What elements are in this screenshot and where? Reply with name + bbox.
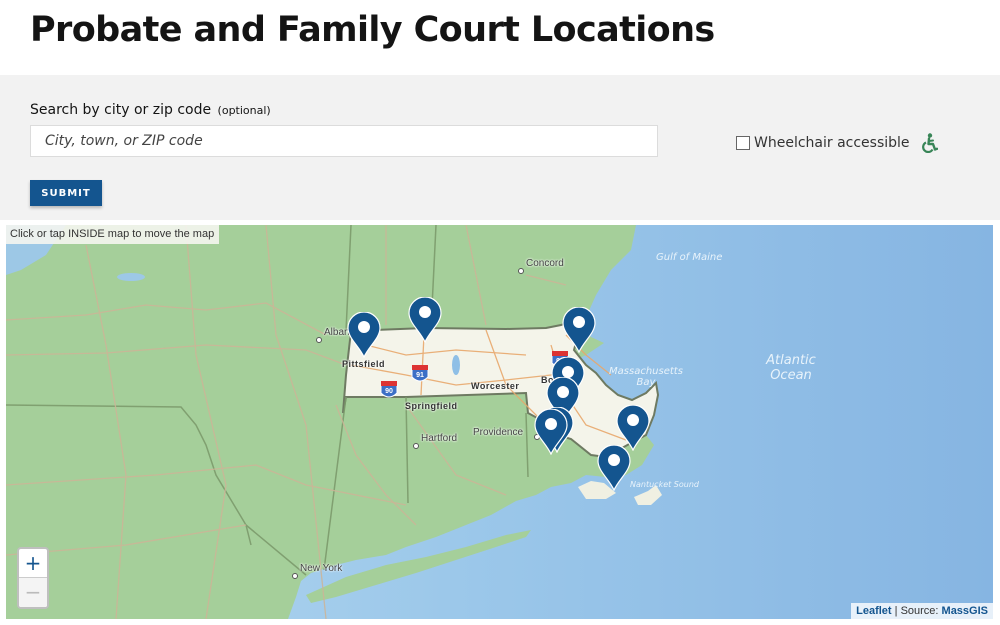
city-label-pittsfield: Pittsfield: [342, 359, 386, 369]
wheelchair-accessible-filter[interactable]: Wheelchair accessible: [736, 133, 938, 153]
city-label-springfield: Springfield: [405, 401, 458, 411]
map-attribution: Leaflet | Source: MassGIS: [851, 603, 993, 619]
map-interaction-hint: Click or tap INSIDE map to move the map: [6, 225, 220, 244]
search-panel: Search by city or zip code (optional) SU…: [0, 75, 1000, 220]
search-label: Search by city or zip code (optional): [30, 102, 271, 118]
city-dot-new-york: [292, 573, 298, 579]
zoom-in-button[interactable]: +: [19, 549, 47, 578]
court-location-marker[interactable]: [562, 306, 596, 354]
city-dot-concord: [518, 268, 524, 274]
massgis-link[interactable]: MassGIS: [942, 605, 988, 617]
page-title: Probate and Family Court Locations: [30, 10, 715, 50]
optional-label: (optional): [217, 104, 271, 117]
city-label-worcester: Worcester: [471, 381, 520, 391]
water-label-atlantic-line2: Ocean: [770, 368, 812, 383]
city-label-concord: Concord: [526, 258, 564, 269]
svg-text:91: 91: [416, 372, 424, 379]
zoom-out-button[interactable]: −: [19, 578, 47, 607]
leaflet-link[interactable]: Leaflet: [856, 605, 891, 617]
city-label-providence: Providence: [473, 427, 524, 438]
svg-text:90: 90: [385, 388, 393, 395]
wheelchair-accessible-label: Wheelchair accessible: [754, 135, 910, 151]
map-pin-icon: [408, 296, 442, 344]
city-dot-hartford: [413, 443, 419, 449]
submit-button[interactable]: SUBMIT: [30, 180, 102, 206]
attribution-separator: | Source:: [891, 605, 942, 617]
map-pin-icon: [347, 311, 381, 359]
court-locations-map[interactable]: 90 91 93 Concord Albany Pittsfield Sprin…: [6, 225, 993, 619]
city-dot-albany: [316, 337, 322, 343]
city-zip-search-input[interactable]: [30, 125, 658, 157]
court-location-marker[interactable]: [534, 408, 568, 456]
map-pin-icon: [534, 408, 568, 456]
city-label-new-york: New York: [300, 563, 343, 574]
interstate-90-shield: 90: [380, 381, 398, 398]
water-label-nantucket-sound: Nantucket Sound: [630, 480, 699, 489]
search-label-text: Search by city or zip code: [30, 102, 212, 118]
water-label-massachusetts-bay-line2: Bay: [636, 377, 656, 388]
water-label-massachusetts-bay-line1: Massachusetts: [609, 366, 683, 377]
city-label-hartford: Hartford: [421, 433, 458, 444]
court-location-marker[interactable]: [347, 311, 381, 359]
map-pin-icon: [562, 306, 596, 354]
water-label-atlantic-line1: Atlantic: [766, 353, 816, 368]
map-pin-icon: [597, 444, 631, 492]
water-label-gulf-of-maine: Gulf of Maine: [656, 252, 723, 263]
court-location-marker[interactable]: [597, 444, 631, 492]
interstate-91-shield: 91: [411, 365, 429, 382]
court-location-marker[interactable]: [408, 296, 442, 344]
wheelchair-icon: [921, 133, 938, 153]
water-label-atlantic-ocean: Atlantic Ocean: [756, 353, 826, 383]
wheelchair-accessible-checkbox[interactable]: [736, 136, 750, 150]
water-label-massachusetts-bay: Massachusetts Bay: [606, 366, 686, 388]
map-base-layer: 90 91 93: [6, 225, 993, 619]
zoom-control: + −: [17, 547, 49, 609]
